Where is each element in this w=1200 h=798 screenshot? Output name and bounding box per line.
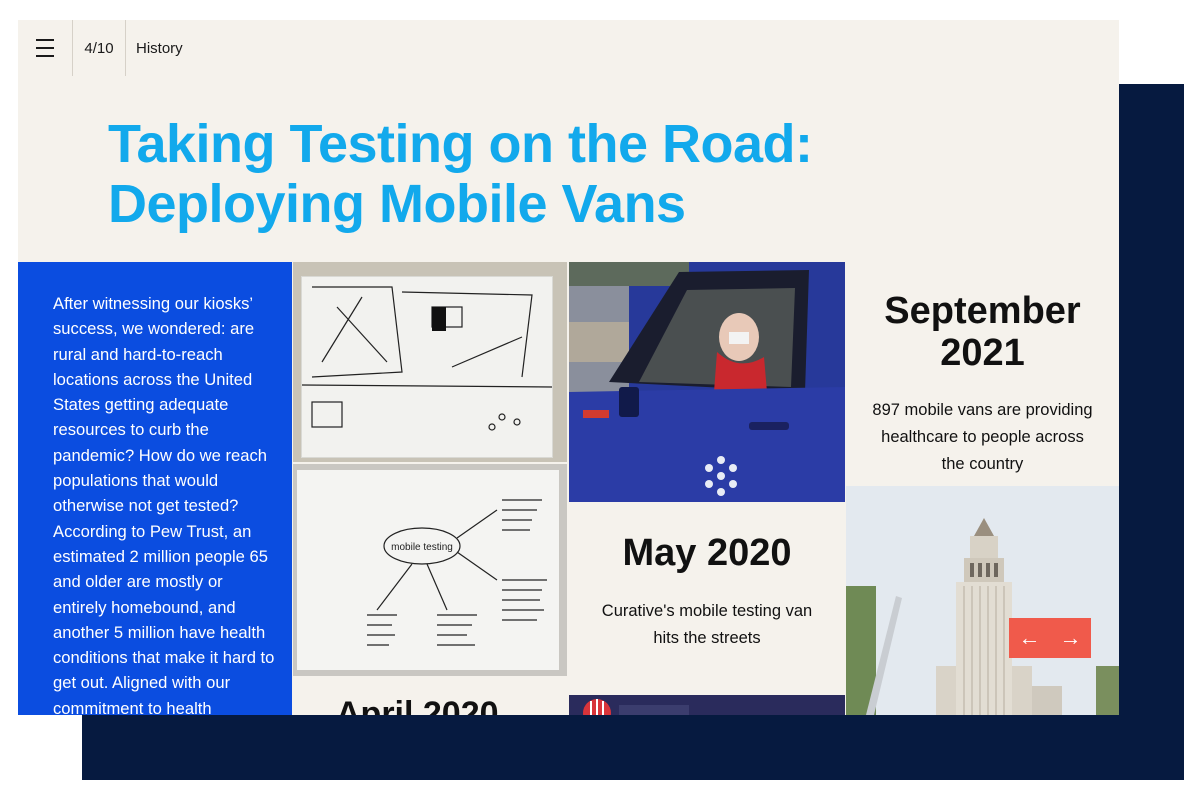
menu-button[interactable] [18,20,73,76]
carousel-prev-button[interactable]: ← [1009,618,1050,658]
van-illustration [569,262,845,502]
top-bar: 4/10 History [18,20,1119,76]
timeline-date: May 2020 [622,532,792,574]
preview-graphic [583,699,689,715]
timeline-description: Curative's mobile testing van hits the s… [601,602,813,647]
sketch-photo-2: mobile testing [293,464,567,676]
sketch-drawing [301,286,553,431]
timeline-card-september: September 2021 897 mobile vans are provi… [846,262,1119,486]
sketch-photo-1 [293,262,567,462]
mindmap-drawing: mobile testing [367,499,547,646]
intro-text: After witnessing our kiosks’ success, we… [53,294,275,715]
carousel-controls: ← → [1009,618,1091,658]
next-card-preview [569,695,845,715]
timeline-card-april: April 2020 [293,677,567,715]
timeline-date: April 2020 [336,695,499,715]
intro-panel: After witnessing our kiosks’ success, we… [18,262,292,715]
history-slide: 4/10 History Taking Testing on the Road:… [18,20,1119,715]
timeline-description: 897 mobile vans are providing healthcare… [872,401,1093,473]
van-photo [569,262,845,502]
hamburger-icon [36,36,54,60]
timeline-date: September 2021 [884,290,1081,374]
slide-counter: 4/10 [73,20,126,76]
sketch-paper-mindmap: mobile testing [297,470,559,670]
timeline-card-may: May 2020 Curative's mobile testing van h… [569,504,845,693]
sketch-paper [301,276,553,458]
city-hall-illustration [846,486,1119,715]
arrow-left-icon: ← [1018,625,1041,650]
mindmap-label: mobile testing [391,542,453,553]
city-hall-photo [846,486,1119,715]
carousel-next-button[interactable]: → [1050,618,1091,658]
arrow-right-icon: → [1059,625,1082,650]
section-title: History [136,39,183,57]
page-title: Taking Testing on the Road: Deploying Mo… [108,114,813,234]
